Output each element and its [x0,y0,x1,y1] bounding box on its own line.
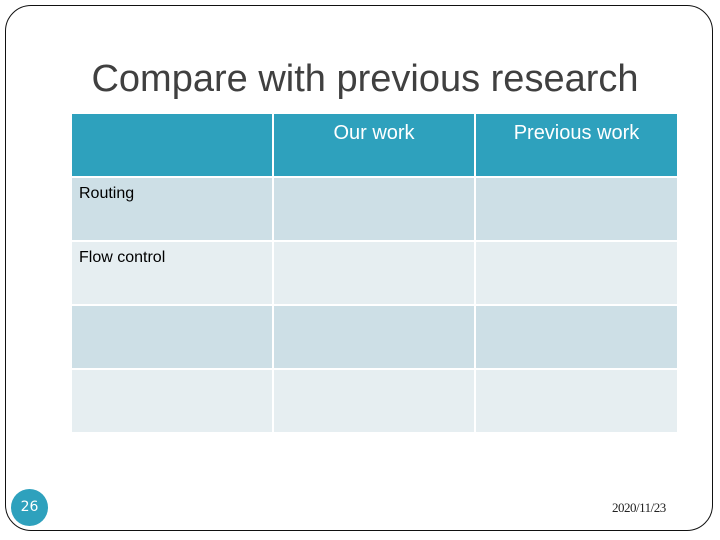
table-cell [274,306,474,368]
page-number-badge: 26 [11,489,48,526]
slide-date: 2020/11/23 [612,500,666,515]
table-header-cell [72,114,272,176]
table-cell [476,370,677,432]
table-cell [274,242,474,304]
table-row-label-flow-control: Flow control [72,242,272,304]
table-cell [476,306,677,368]
table-cell [476,242,677,304]
table-cell [274,178,474,240]
table-cell [274,370,474,432]
table-header-our-work: Our work [274,114,474,176]
slide-title: Compare with previous research [91,58,639,100]
table-row-label [72,370,272,432]
table-row-label [72,306,272,368]
table-cell [476,178,677,240]
comparison-table: Our work Previous work Routing Flow cont… [72,114,677,433]
table-row-label-routing: Routing [72,178,272,240]
table-header-previous-work: Previous work [476,114,677,176]
